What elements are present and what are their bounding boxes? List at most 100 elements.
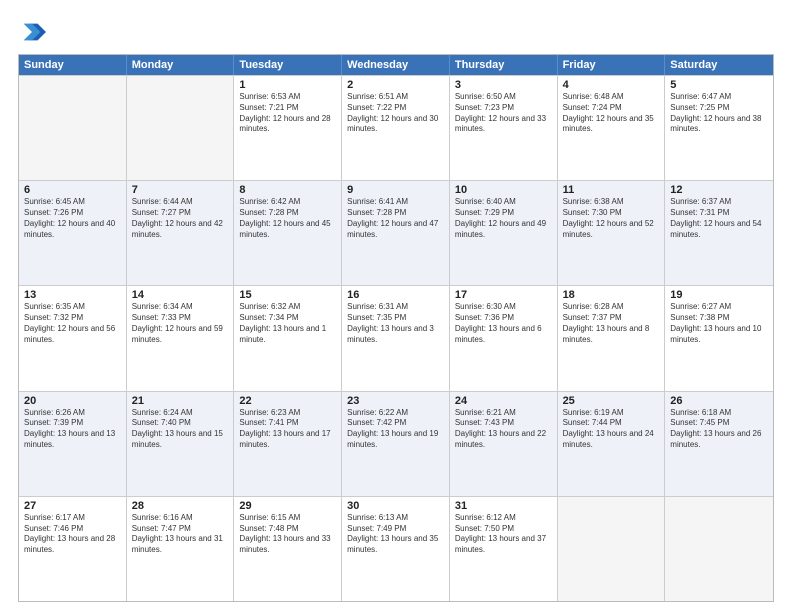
calendar-cell: 26Sunrise: 6:18 AM Sunset: 7:45 PM Dayli… <box>665 392 773 496</box>
cell-info: Sunrise: 6:32 AM Sunset: 7:34 PM Dayligh… <box>239 302 336 345</box>
calendar-cell <box>665 497 773 601</box>
cell-day-number: 17 <box>455 289 552 301</box>
cell-day-number: 12 <box>670 184 768 196</box>
cell-day-number: 21 <box>132 395 229 407</box>
cell-info: Sunrise: 6:18 AM Sunset: 7:45 PM Dayligh… <box>670 408 768 451</box>
cell-info: Sunrise: 6:38 AM Sunset: 7:30 PM Dayligh… <box>563 197 660 240</box>
cell-info: Sunrise: 6:47 AM Sunset: 7:25 PM Dayligh… <box>670 92 768 135</box>
cell-info: Sunrise: 6:40 AM Sunset: 7:29 PM Dayligh… <box>455 197 552 240</box>
calendar-row-2: 6Sunrise: 6:45 AM Sunset: 7:26 PM Daylig… <box>19 180 773 285</box>
cell-day-number: 6 <box>24 184 121 196</box>
calendar-cell: 20Sunrise: 6:26 AM Sunset: 7:39 PM Dayli… <box>19 392 127 496</box>
calendar-cell: 11Sunrise: 6:38 AM Sunset: 7:30 PM Dayli… <box>558 181 666 285</box>
cell-info: Sunrise: 6:41 AM Sunset: 7:28 PM Dayligh… <box>347 197 444 240</box>
calendar-row-5: 27Sunrise: 6:17 AM Sunset: 7:46 PM Dayli… <box>19 496 773 601</box>
calendar-cell <box>558 497 666 601</box>
cell-day-number: 11 <box>563 184 660 196</box>
calendar-cell: 30Sunrise: 6:13 AM Sunset: 7:49 PM Dayli… <box>342 497 450 601</box>
cell-info: Sunrise: 6:51 AM Sunset: 7:22 PM Dayligh… <box>347 92 444 135</box>
cell-info: Sunrise: 6:50 AM Sunset: 7:23 PM Dayligh… <box>455 92 552 135</box>
cell-info: Sunrise: 6:23 AM Sunset: 7:41 PM Dayligh… <box>239 408 336 451</box>
calendar-cell: 23Sunrise: 6:22 AM Sunset: 7:42 PM Dayli… <box>342 392 450 496</box>
calendar-cell: 19Sunrise: 6:27 AM Sunset: 7:38 PM Dayli… <box>665 286 773 390</box>
cell-day-number: 25 <box>563 395 660 407</box>
calendar-cell: 12Sunrise: 6:37 AM Sunset: 7:31 PM Dayli… <box>665 181 773 285</box>
calendar-cell <box>19 76 127 180</box>
calendar-header: Sunday Monday Tuesday Wednesday Thursday… <box>19 55 773 75</box>
calendar-cell: 25Sunrise: 6:19 AM Sunset: 7:44 PM Dayli… <box>558 392 666 496</box>
logo-icon <box>18 18 46 46</box>
logo <box>18 18 50 46</box>
calendar-cell: 6Sunrise: 6:45 AM Sunset: 7:26 PM Daylig… <box>19 181 127 285</box>
calendar-cell: 31Sunrise: 6:12 AM Sunset: 7:50 PM Dayli… <box>450 497 558 601</box>
cell-day-number: 20 <box>24 395 121 407</box>
cell-info: Sunrise: 6:22 AM Sunset: 7:42 PM Dayligh… <box>347 408 444 451</box>
calendar-cell: 9Sunrise: 6:41 AM Sunset: 7:28 PM Daylig… <box>342 181 450 285</box>
cell-info: Sunrise: 6:19 AM Sunset: 7:44 PM Dayligh… <box>563 408 660 451</box>
calendar-cell: 10Sunrise: 6:40 AM Sunset: 7:29 PM Dayli… <box>450 181 558 285</box>
cell-info: Sunrise: 6:30 AM Sunset: 7:36 PM Dayligh… <box>455 302 552 345</box>
cell-info: Sunrise: 6:16 AM Sunset: 7:47 PM Dayligh… <box>132 513 229 556</box>
cell-day-number: 9 <box>347 184 444 196</box>
cell-info: Sunrise: 6:31 AM Sunset: 7:35 PM Dayligh… <box>347 302 444 345</box>
calendar: Sunday Monday Tuesday Wednesday Thursday… <box>18 54 774 602</box>
calendar-cell: 2Sunrise: 6:51 AM Sunset: 7:22 PM Daylig… <box>342 76 450 180</box>
header-thursday: Thursday <box>450 55 558 75</box>
header <box>18 18 774 46</box>
cell-day-number: 2 <box>347 79 444 91</box>
calendar-cell: 16Sunrise: 6:31 AM Sunset: 7:35 PM Dayli… <box>342 286 450 390</box>
cell-day-number: 27 <box>24 500 121 512</box>
cell-info: Sunrise: 6:13 AM Sunset: 7:49 PM Dayligh… <box>347 513 444 556</box>
cell-day-number: 7 <box>132 184 229 196</box>
cell-info: Sunrise: 6:45 AM Sunset: 7:26 PM Dayligh… <box>24 197 121 240</box>
cell-info: Sunrise: 6:35 AM Sunset: 7:32 PM Dayligh… <box>24 302 121 345</box>
header-monday: Monday <box>127 55 235 75</box>
cell-day-number: 5 <box>670 79 768 91</box>
cell-info: Sunrise: 6:34 AM Sunset: 7:33 PM Dayligh… <box>132 302 229 345</box>
calendar-cell: 24Sunrise: 6:21 AM Sunset: 7:43 PM Dayli… <box>450 392 558 496</box>
header-tuesday: Tuesday <box>234 55 342 75</box>
calendar-cell: 17Sunrise: 6:30 AM Sunset: 7:36 PM Dayli… <box>450 286 558 390</box>
cell-day-number: 3 <box>455 79 552 91</box>
header-sunday: Sunday <box>19 55 127 75</box>
cell-day-number: 1 <box>239 79 336 91</box>
calendar-cell: 4Sunrise: 6:48 AM Sunset: 7:24 PM Daylig… <box>558 76 666 180</box>
cell-info: Sunrise: 6:27 AM Sunset: 7:38 PM Dayligh… <box>670 302 768 345</box>
cell-day-number: 24 <box>455 395 552 407</box>
calendar-row-3: 13Sunrise: 6:35 AM Sunset: 7:32 PM Dayli… <box>19 285 773 390</box>
calendar-cell: 8Sunrise: 6:42 AM Sunset: 7:28 PM Daylig… <box>234 181 342 285</box>
calendar-cell: 13Sunrise: 6:35 AM Sunset: 7:32 PM Dayli… <box>19 286 127 390</box>
cell-info: Sunrise: 6:48 AM Sunset: 7:24 PM Dayligh… <box>563 92 660 135</box>
calendar-cell <box>127 76 235 180</box>
cell-info: Sunrise: 6:17 AM Sunset: 7:46 PM Dayligh… <box>24 513 121 556</box>
calendar-body: 1Sunrise: 6:53 AM Sunset: 7:21 PM Daylig… <box>19 75 773 601</box>
calendar-cell: 18Sunrise: 6:28 AM Sunset: 7:37 PM Dayli… <box>558 286 666 390</box>
calendar-cell: 1Sunrise: 6:53 AM Sunset: 7:21 PM Daylig… <box>234 76 342 180</box>
calendar-cell: 21Sunrise: 6:24 AM Sunset: 7:40 PM Dayli… <box>127 392 235 496</box>
cell-info: Sunrise: 6:53 AM Sunset: 7:21 PM Dayligh… <box>239 92 336 135</box>
cell-day-number: 16 <box>347 289 444 301</box>
calendar-cell: 5Sunrise: 6:47 AM Sunset: 7:25 PM Daylig… <box>665 76 773 180</box>
calendar-cell: 22Sunrise: 6:23 AM Sunset: 7:41 PM Dayli… <box>234 392 342 496</box>
cell-info: Sunrise: 6:24 AM Sunset: 7:40 PM Dayligh… <box>132 408 229 451</box>
cell-day-number: 4 <box>563 79 660 91</box>
cell-info: Sunrise: 6:26 AM Sunset: 7:39 PM Dayligh… <box>24 408 121 451</box>
cell-day-number: 14 <box>132 289 229 301</box>
header-wednesday: Wednesday <box>342 55 450 75</box>
calendar-cell: 29Sunrise: 6:15 AM Sunset: 7:48 PM Dayli… <box>234 497 342 601</box>
calendar-cell: 15Sunrise: 6:32 AM Sunset: 7:34 PM Dayli… <box>234 286 342 390</box>
cell-info: Sunrise: 6:15 AM Sunset: 7:48 PM Dayligh… <box>239 513 336 556</box>
cell-day-number: 28 <box>132 500 229 512</box>
cell-day-number: 13 <box>24 289 121 301</box>
cell-info: Sunrise: 6:12 AM Sunset: 7:50 PM Dayligh… <box>455 513 552 556</box>
header-saturday: Saturday <box>665 55 773 75</box>
cell-day-number: 22 <box>239 395 336 407</box>
calendar-cell: 27Sunrise: 6:17 AM Sunset: 7:46 PM Dayli… <box>19 497 127 601</box>
calendar-cell: 7Sunrise: 6:44 AM Sunset: 7:27 PM Daylig… <box>127 181 235 285</box>
cell-day-number: 26 <box>670 395 768 407</box>
cell-day-number: 23 <box>347 395 444 407</box>
page: Sunday Monday Tuesday Wednesday Thursday… <box>0 0 792 612</box>
cell-info: Sunrise: 6:44 AM Sunset: 7:27 PM Dayligh… <box>132 197 229 240</box>
cell-info: Sunrise: 6:37 AM Sunset: 7:31 PM Dayligh… <box>670 197 768 240</box>
cell-info: Sunrise: 6:21 AM Sunset: 7:43 PM Dayligh… <box>455 408 552 451</box>
